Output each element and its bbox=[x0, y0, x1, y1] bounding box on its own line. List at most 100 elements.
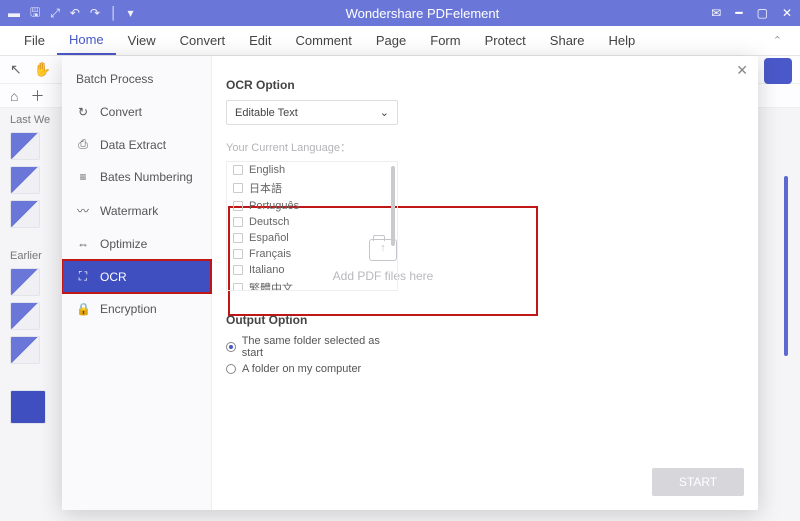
sidebar-item-label: Data Extract bbox=[100, 138, 166, 152]
sidebar-item-label: OCR bbox=[100, 270, 127, 284]
lang-option[interactable]: English bbox=[227, 162, 397, 178]
ocr-icon: ⛶ bbox=[76, 269, 90, 284]
sidebar-item-optimize[interactable]: ⇔ Optimize bbox=[62, 228, 211, 260]
recent-file-thumb[interactable] bbox=[10, 166, 40, 194]
chevron-down-icon: ⌄ bbox=[380, 106, 389, 119]
lang-label: 繁體中文 bbox=[249, 280, 293, 291]
menu-form[interactable]: Form bbox=[418, 26, 472, 55]
menu-convert[interactable]: Convert bbox=[168, 26, 238, 55]
output-option-section: Output Option The same folder selected a… bbox=[226, 313, 398, 375]
right-accent-bar bbox=[784, 176, 788, 356]
language-list-label: Your Current Language： bbox=[226, 139, 398, 155]
recent-earlier-label: Earlier bbox=[10, 250, 60, 262]
sidebar-item-data-extract[interactable]: ⎙ Data Extract bbox=[62, 128, 211, 161]
lang-option[interactable]: 繁體中文 bbox=[227, 278, 397, 291]
ocr-mode-select[interactable]: Editable Text ⌄ bbox=[226, 100, 398, 125]
sidebar-item-label: Convert bbox=[100, 105, 142, 119]
menu-page[interactable]: Page bbox=[364, 26, 418, 55]
menu-home[interactable]: Home bbox=[57, 26, 116, 55]
sidebar-item-convert[interactable]: ↻Convert bbox=[62, 96, 211, 128]
divider-icon: │ bbox=[110, 6, 118, 20]
menu-share[interactable]: Share bbox=[538, 26, 597, 55]
recent-file-thumb[interactable] bbox=[10, 268, 40, 296]
menu-view[interactable]: View bbox=[116, 26, 168, 55]
recent-file-thumb[interactable] bbox=[10, 336, 40, 364]
close-window-icon[interactable]: ✕ bbox=[782, 6, 792, 20]
menu-comment[interactable]: Comment bbox=[284, 26, 364, 55]
sidebar-item-label: Encryption bbox=[100, 302, 157, 316]
batch-options-panel: OCR Option Editable Text ⌄ Your Current … bbox=[212, 56, 412, 510]
mail-icon[interactable]: ✉ bbox=[711, 6, 721, 20]
action-button[interactable] bbox=[764, 58, 792, 84]
lang-option[interactable]: Italiano bbox=[227, 262, 397, 278]
tool1-icon[interactable]: ⤢ bbox=[50, 6, 60, 21]
optimize-icon: ⇔ bbox=[76, 237, 90, 251]
radio-icon[interactable] bbox=[226, 342, 236, 352]
recent-file-thumb[interactable] bbox=[10, 200, 40, 228]
checkbox-icon[interactable] bbox=[233, 201, 243, 211]
checkbox-icon[interactable] bbox=[233, 265, 243, 275]
radio-icon[interactable] bbox=[226, 364, 236, 374]
checkbox-icon[interactable] bbox=[233, 217, 243, 227]
lang-option[interactable]: 日本語 bbox=[227, 178, 397, 198]
radio-label: A folder on my computer bbox=[242, 363, 361, 375]
output-radio-same-folder[interactable]: The same folder selected as start bbox=[226, 335, 398, 359]
lang-label: Deutsch bbox=[249, 216, 289, 228]
recent-lastweek-label: Last We bbox=[10, 114, 60, 126]
app-title: Wondershare PDFelement bbox=[134, 6, 712, 21]
lang-option[interactable]: Français bbox=[227, 246, 397, 262]
checkbox-icon[interactable] bbox=[233, 283, 243, 291]
language-list[interactable]: English 日本語 Português Deutsch Español Fr… bbox=[226, 161, 398, 291]
recent-files-panel: Last We Earlier bbox=[10, 110, 60, 430]
radio-label: The same folder selected as start bbox=[242, 335, 398, 359]
sidebar-item-watermark[interactable]: 〰 Watermark bbox=[62, 193, 211, 228]
cursor-tool-icon[interactable]: ↖ bbox=[10, 61, 22, 78]
lang-label: Italiano bbox=[249, 264, 284, 276]
redo-icon[interactable]: ↷ bbox=[90, 6, 100, 20]
save-icon[interactable]: 🖫 bbox=[30, 3, 40, 24]
menu-protect[interactable]: Protect bbox=[473, 26, 538, 55]
output-option-heading: Output Option bbox=[226, 313, 398, 327]
maximize-icon[interactable]: ▢ bbox=[757, 6, 768, 20]
lang-option[interactable]: Português bbox=[227, 198, 397, 214]
undo-icon[interactable]: ↶ bbox=[70, 6, 80, 20]
batch-sidebar-header: Batch Process bbox=[62, 68, 211, 96]
hand-tool-icon[interactable]: ✋ bbox=[34, 61, 51, 78]
menu-help[interactable]: Help bbox=[597, 26, 648, 55]
lang-label: English bbox=[249, 164, 285, 176]
menu-edit[interactable]: Edit bbox=[237, 26, 283, 55]
dropdown-icon[interactable]: ▾ bbox=[127, 6, 133, 20]
start-button[interactable]: START bbox=[652, 468, 744, 496]
checkbox-icon[interactable] bbox=[233, 249, 243, 259]
output-radio-custom-folder[interactable]: A folder on my computer bbox=[226, 363, 398, 375]
add-tab-icon[interactable]: ＋ bbox=[30, 86, 44, 106]
checkbox-icon[interactable] bbox=[233, 165, 243, 175]
lang-option[interactable]: Deutsch bbox=[227, 214, 397, 230]
menu-file[interactable]: File bbox=[12, 26, 57, 55]
recent-file-thumb[interactable] bbox=[10, 390, 46, 424]
sidebar-item-encryption[interactable]: 🔒 Encryption bbox=[62, 293, 211, 325]
checkbox-icon[interactable] bbox=[233, 233, 243, 243]
scrollbar[interactable] bbox=[391, 166, 395, 246]
lock-icon: 🔒 bbox=[76, 302, 90, 316]
sidebar-item-label: Optimize bbox=[100, 237, 147, 251]
data-extract-icon: ⎙ bbox=[76, 137, 90, 152]
home-icon[interactable]: ⌂ bbox=[10, 88, 18, 104]
recent-file-thumb[interactable] bbox=[10, 302, 40, 330]
titlebar-quick-icons: ▬ 🖫 ⤢ ↶ ↷ │ ▾ bbox=[8, 3, 134, 24]
ocr-mode-value: Editable Text bbox=[235, 107, 298, 119]
batch-sidebar: Batch Process ↻Convert ⎙ Data Extract ≡Ba… bbox=[62, 56, 212, 510]
ribbon-collapse-icon[interactable]: ⌃ bbox=[773, 34, 788, 47]
titlebar: ▬ 🖫 ⤢ ↶ ↷ │ ▾ Wondershare PDFelement ✉ ━… bbox=[0, 0, 800, 26]
sidebar-item-label: Watermark bbox=[100, 204, 158, 218]
sidebar-item-ocr[interactable]: ⛶ OCR bbox=[62, 260, 211, 293]
sidebar-item-bates[interactable]: ≡Bates Numbering bbox=[62, 161, 211, 193]
menubar: File Home View Convert Edit Comment Page… bbox=[0, 26, 800, 56]
minimize-icon[interactable]: ━ bbox=[735, 6, 742, 20]
app-logo-icon: ▬ bbox=[8, 6, 20, 20]
watermark-icon: 〰 bbox=[76, 202, 90, 219]
recent-file-thumb[interactable] bbox=[10, 132, 40, 160]
titlebar-controls: ✉ ━ ▢ ✕ bbox=[711, 6, 792, 20]
checkbox-icon[interactable] bbox=[233, 183, 243, 193]
lang-option[interactable]: Español bbox=[227, 230, 397, 246]
